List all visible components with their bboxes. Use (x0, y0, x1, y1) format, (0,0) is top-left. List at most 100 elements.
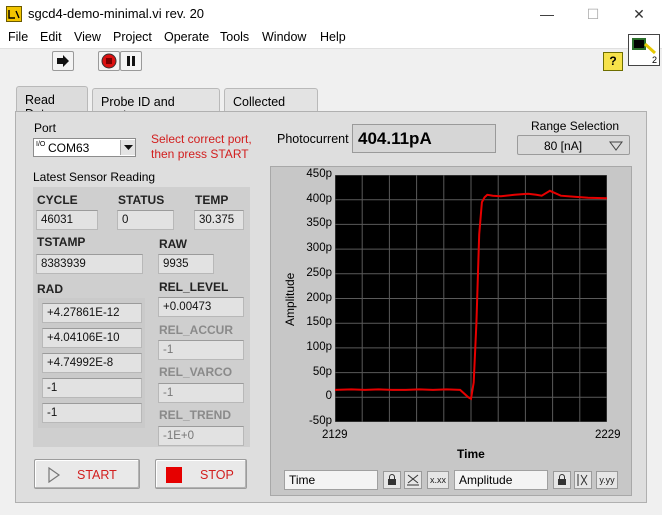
tab-collected-data[interactable]: Collected Data (224, 88, 318, 123)
range-selector[interactable]: 80 [nA] (517, 135, 630, 155)
start-button-label: START (77, 468, 117, 482)
y-tick-label: 450p (306, 168, 332, 180)
menu-tools[interactable]: Tools (220, 30, 249, 44)
run-button[interactable] (52, 51, 74, 71)
range-label: Range Selection (531, 119, 620, 133)
port-hint: Select correct port, then press START (151, 132, 252, 161)
menu-help[interactable]: Help (320, 30, 346, 44)
temp-indicator: 30.375 (194, 210, 244, 230)
x-format-button[interactable]: x.xx (427, 471, 449, 489)
tab-probe-id-settings[interactable]: Probe ID and Settings (92, 88, 220, 123)
context-help-button[interactable]: ? (603, 52, 623, 71)
plot-svg (334, 174, 608, 423)
close-button[interactable]: ✕ (616, 0, 662, 28)
play-outline-icon (48, 467, 61, 483)
status-label: STATUS (118, 193, 165, 207)
rad-label: RAD (37, 282, 63, 296)
y-autoscale-button[interactable] (574, 471, 592, 489)
port-dropdown-button[interactable] (120, 140, 135, 155)
minimize-button[interactable]: — (524, 0, 570, 28)
y-format-button[interactable]: y.yy (596, 471, 618, 489)
y-lock-button[interactable] (553, 471, 571, 489)
run-arrow-icon (57, 55, 69, 67)
temp-label: TEMP (195, 193, 229, 207)
lock-icon (558, 474, 566, 485)
rel-accur-label: REL_ACCUR (159, 323, 234, 337)
io-glyph: I/O (36, 141, 46, 148)
pause-button[interactable] (120, 51, 142, 71)
menu-file[interactable]: File (8, 30, 28, 44)
start-button[interactable]: START (34, 459, 140, 489)
labview-app-icon (6, 6, 22, 22)
x-tick-label: 2229 (595, 429, 621, 441)
toolbar (0, 48, 662, 74)
x-axis-label: Time (457, 447, 485, 461)
port-selector[interactable]: I/O COM63 (33, 138, 136, 157)
x-lock-button[interactable] (383, 471, 401, 489)
stop-square-icon (166, 467, 182, 483)
y-scale-legend-name[interactable]: Amplitude (454, 470, 548, 490)
x-scale-legend-name[interactable]: Time (284, 470, 378, 490)
lock-icon (388, 474, 396, 485)
stop-button-label: STOP (200, 468, 234, 482)
y-tick-label: 400p (306, 192, 332, 205)
port-value: COM63 (48, 141, 90, 155)
window-title: sgcd4-demo-minimal.vi rev. 20 (28, 6, 205, 21)
y-tick-label: -50p (308, 415, 332, 427)
connector-number: 2 (651, 55, 657, 65)
tstamp-indicator: 8383939 (36, 254, 143, 274)
triangle-down-icon (609, 141, 623, 151)
pause-icon (127, 56, 135, 66)
menu-project[interactable]: Project (113, 30, 152, 44)
abort-button[interactable] (98, 51, 120, 71)
y-tick-label: 150p (306, 316, 332, 329)
abort-stop-icon (101, 53, 117, 69)
y-tick-label: 250p (306, 266, 332, 279)
y-tick-label: 300p (306, 242, 332, 255)
stop-button[interactable]: STOP (155, 459, 247, 489)
status-indicator: 0 (117, 210, 174, 230)
menu-window[interactable]: Window (262, 30, 306, 44)
sensor-section-label: Latest Sensor Reading (33, 170, 156, 184)
labview-logo-icon (8, 10, 20, 19)
rel-level-indicator: +0.00473 (158, 297, 244, 317)
plot-area (334, 174, 608, 423)
rel-level-label: REL_LEVEL (159, 280, 229, 294)
range-value: 80 [nA] (544, 139, 583, 153)
tstamp-label: TSTAMP (37, 235, 86, 249)
menu-operate[interactable]: Operate (164, 30, 209, 44)
menu-bar: File Edit View Project Operate Tools Win… (0, 28, 662, 48)
rad-element: +4.74992E-8 (42, 353, 142, 373)
cycle-label: CYCLE (37, 193, 78, 207)
y-axis-ticks: 450p 400p 350p 300p 250p 200p 150p 100p 50p 0 -50p (294, 168, 332, 430)
photocurrent-indicator: 404.11pA (352, 124, 496, 153)
raw-indicator: 9935 (158, 254, 214, 274)
raw-label: RAW (159, 237, 187, 251)
rad-element: -1 (42, 378, 142, 398)
rad-element: +4.04106E-10 (42, 328, 142, 348)
y-tick-label: 0 (325, 390, 332, 403)
vi-connector-icon: 2 (628, 34, 660, 66)
y-tick-label: 200p (306, 291, 332, 304)
y-tick-label: 350p (306, 217, 332, 230)
x-autoscale-button[interactable] (404, 471, 422, 489)
rel-accur-indicator: -1 (158, 340, 244, 360)
rel-varco-label: REL_VARCO (159, 365, 233, 379)
chevron-down-icon (124, 145, 133, 150)
tab-read-data[interactable]: Read Data (16, 86, 88, 121)
x-tick-label: 2129 (322, 429, 348, 441)
y-tick-label: 50p (312, 365, 332, 378)
rel-varco-indicator: -1 (158, 383, 244, 403)
menu-view[interactable]: View (74, 30, 101, 44)
cycle-indicator: 46031 (36, 210, 98, 230)
rel-trend-indicator: -1E+0 (158, 426, 244, 446)
maximize-button[interactable]: ☐ (570, 0, 616, 28)
rel-trend-label: REL_TREND (159, 408, 232, 422)
autoscale-x-icon (407, 474, 419, 486)
menu-edit[interactable]: Edit (40, 30, 62, 44)
photocurrent-label: Photocurrent (277, 132, 349, 146)
rad-element: -1 (42, 403, 142, 423)
title-bar: sgcd4-demo-minimal.vi rev. 20 — ☐ ✕ (0, 0, 662, 28)
port-label: Port (34, 121, 57, 135)
autoscale-y-icon (577, 474, 588, 486)
